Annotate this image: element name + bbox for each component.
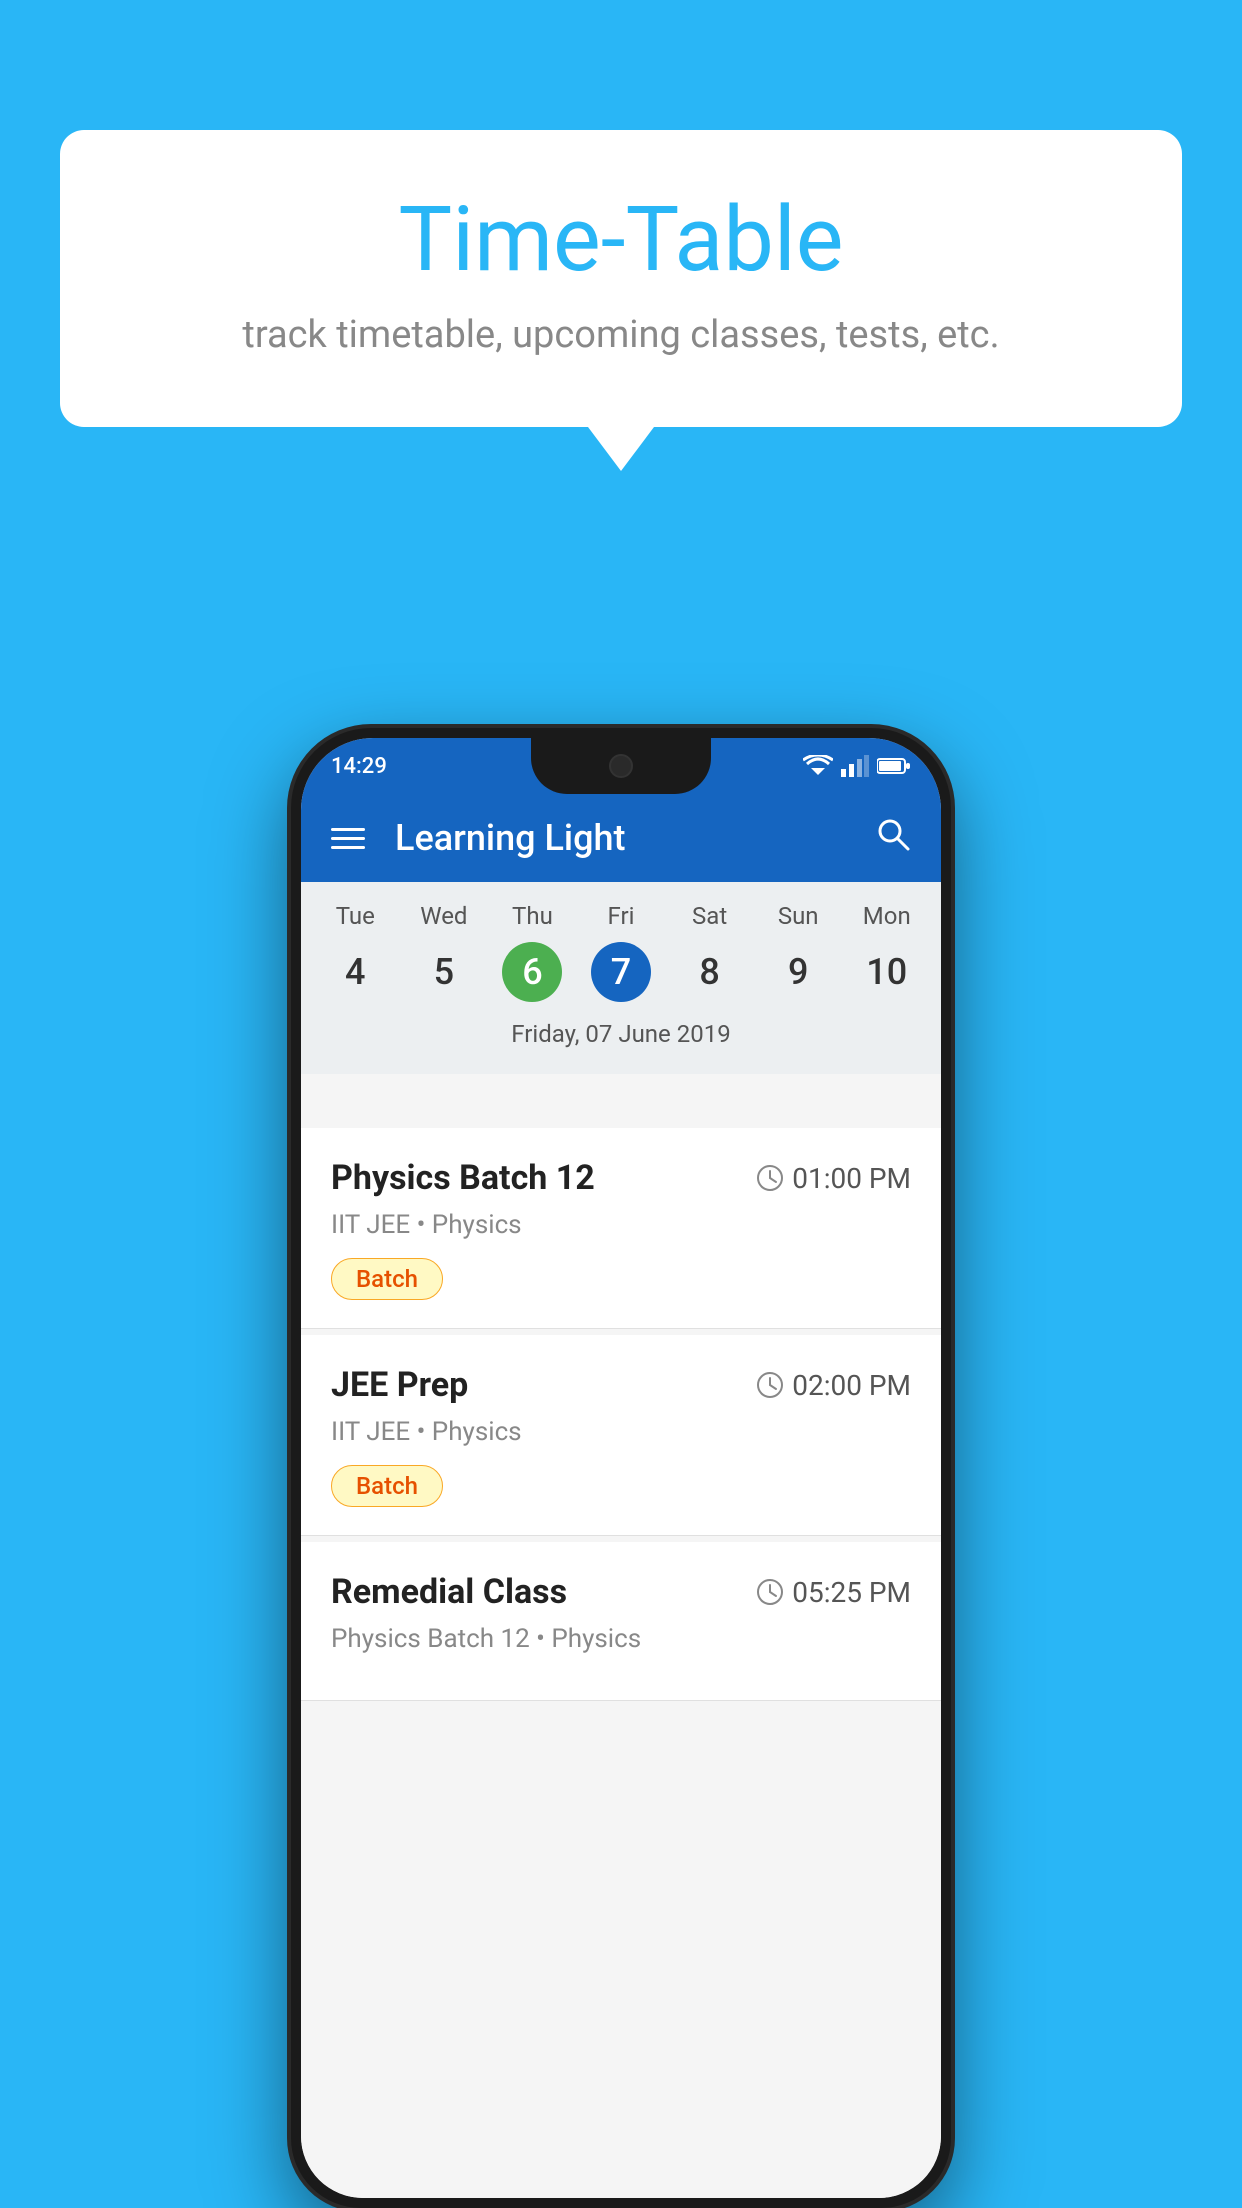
schedule-time: 01:00 PM bbox=[756, 1162, 911, 1195]
day-label: Sat bbox=[692, 902, 727, 930]
schedule-name: Physics Batch 12 bbox=[331, 1158, 595, 1198]
battery-icon bbox=[877, 757, 911, 775]
day-number[interactable]: 4 bbox=[325, 942, 385, 1002]
app-bar: Learning Light bbox=[301, 794, 941, 882]
day-col-4[interactable]: Tue 4 bbox=[311, 902, 400, 1002]
days-row: Tue 4 Wed 5 Thu 6 Fri 7 Sat 8 Sun 9 Mon 10 bbox=[301, 882, 941, 1012]
phone-screen: 14:29 bbox=[301, 738, 941, 2198]
phone-container: 14:29 bbox=[291, 728, 951, 2208]
day-label: Fri bbox=[608, 902, 635, 930]
speech-bubble: Time-Table track timetable, upcoming cla… bbox=[60, 130, 1182, 427]
camera bbox=[609, 754, 633, 778]
day-number[interactable]: 6 bbox=[502, 942, 562, 1002]
day-label: Thu bbox=[512, 902, 553, 930]
schedule-meta: IIT JEE • Physics bbox=[331, 1210, 911, 1240]
day-col-8[interactable]: Sat 8 bbox=[665, 902, 754, 1002]
wifi-icon bbox=[803, 755, 833, 777]
speech-bubble-section: Time-Table track timetable, upcoming cla… bbox=[60, 130, 1182, 427]
schedule-time-text: 01:00 PM bbox=[792, 1162, 911, 1195]
day-number[interactable]: 7 bbox=[591, 942, 651, 1002]
signal-icon bbox=[841, 755, 869, 777]
clock-icon bbox=[756, 1371, 784, 1399]
schedule-item[interactable]: JEE Prep 02:00 PM IIT JEE • Physics Batch bbox=[301, 1335, 941, 1536]
day-number[interactable]: 10 bbox=[857, 942, 917, 1002]
day-label: Wed bbox=[420, 902, 467, 930]
phone-notch bbox=[531, 738, 711, 794]
day-label: Mon bbox=[863, 902, 911, 930]
schedule-header: Remedial Class 05:25 PM bbox=[331, 1572, 911, 1612]
schedule-name: Remedial Class bbox=[331, 1572, 567, 1612]
phone-outer: 14:29 bbox=[291, 728, 951, 2208]
day-label: Sun bbox=[778, 902, 819, 930]
schedule-item[interactable]: Physics Batch 12 01:00 PM IIT JEE • Physi… bbox=[301, 1128, 941, 1329]
app-title: Learning Light bbox=[395, 817, 875, 859]
clock-icon bbox=[756, 1164, 784, 1192]
day-number[interactable]: 5 bbox=[414, 942, 474, 1002]
batch-badge: Batch bbox=[331, 1258, 443, 1300]
search-button[interactable] bbox=[875, 815, 911, 862]
day-col-9[interactable]: Sun 9 bbox=[754, 902, 843, 1002]
schedule-time-text: 05:25 PM bbox=[792, 1576, 911, 1609]
bubble-title: Time-Table bbox=[140, 190, 1102, 289]
schedule-header: JEE Prep 02:00 PM bbox=[331, 1365, 911, 1405]
status-icons bbox=[803, 755, 911, 777]
schedule-header: Physics Batch 12 01:00 PM bbox=[331, 1158, 911, 1198]
schedule-list[interactable]: Physics Batch 12 01:00 PM IIT JEE • Physi… bbox=[301, 1128, 941, 2198]
day-number[interactable]: 8 bbox=[680, 942, 740, 1002]
clock-icon bbox=[756, 1578, 784, 1606]
schedule-name: JEE Prep bbox=[331, 1365, 468, 1405]
day-number[interactable]: 9 bbox=[768, 942, 828, 1002]
status-time: 14:29 bbox=[331, 754, 387, 779]
day-col-5[interactable]: Wed 5 bbox=[400, 902, 489, 1002]
day-label: Tue bbox=[336, 902, 375, 930]
day-col-7[interactable]: Fri 7 bbox=[577, 902, 666, 1002]
selected-date-label: Friday, 07 June 2019 bbox=[301, 1012, 941, 1064]
bubble-subtitle: track timetable, upcoming classes, tests… bbox=[140, 313, 1102, 357]
hamburger-menu[interactable] bbox=[331, 828, 365, 849]
batch-badge: Batch bbox=[331, 1465, 443, 1507]
day-col-6[interactable]: Thu 6 bbox=[488, 902, 577, 1002]
schedule-meta: IIT JEE • Physics bbox=[331, 1417, 911, 1447]
schedule-meta: Physics Batch 12 • Physics bbox=[331, 1624, 911, 1654]
schedule-item[interactable]: Remedial Class 05:25 PM Physics Batch 12 … bbox=[301, 1542, 941, 1701]
calendar-section: Tue 4 Wed 5 Thu 6 Fri 7 Sat 8 Sun 9 Mon 10 Friday, 07… bbox=[301, 882, 941, 1074]
day-col-10[interactable]: Mon 10 bbox=[842, 902, 931, 1002]
schedule-time: 05:25 PM bbox=[756, 1576, 911, 1609]
schedule-time-text: 02:00 PM bbox=[792, 1369, 911, 1402]
schedule-time: 02:00 PM bbox=[756, 1369, 911, 1402]
